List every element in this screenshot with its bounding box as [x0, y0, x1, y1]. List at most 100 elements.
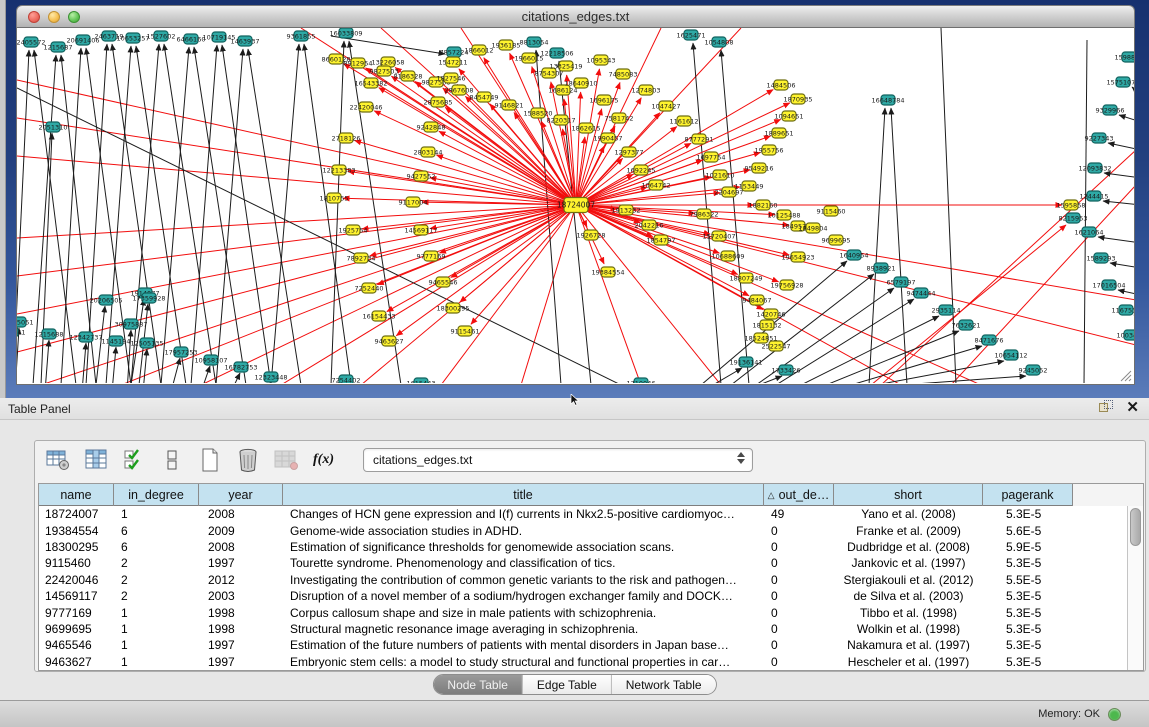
citation-edge-black[interactable] [741, 376, 782, 383]
table-mode-tabs: Node TableEdge TableNetwork Table [432, 674, 716, 695]
network-window-titlebar[interactable]: citations_edges.txt [16, 5, 1135, 28]
graph-node-label: 19756928 [770, 281, 803, 289]
table-row[interactable]: 2242004622012Investigating the contribut… [39, 572, 1128, 588]
citation-edge-black[interactable] [349, 41, 401, 383]
column-header-short[interactable]: short [834, 484, 983, 506]
function-builder-icon[interactable]: f(x) [311, 448, 336, 472]
table-cell: 9699695 [39, 622, 114, 636]
network-canvas-area[interactable]: 2405572121568720691406246371910653257152… [16, 28, 1135, 385]
table-row[interactable]: 1830029562008Estimation of significance … [39, 539, 1128, 555]
citation-edge-black[interactable] [191, 45, 217, 383]
citation-edge-black[interactable] [271, 44, 299, 383]
citation-edge-black[interactable] [171, 358, 180, 383]
table-cell: 0 [764, 622, 834, 636]
tab-node-table[interactable]: Node Table [433, 675, 523, 694]
citation-edge-black[interactable] [248, 49, 301, 383]
show-columns-icon[interactable] [83, 448, 108, 472]
table-row[interactable]: 977716911998Corpus callosum shape and si… [39, 604, 1128, 620]
citation-edge-black[interactable] [164, 44, 216, 383]
citation-edge-black[interactable] [143, 349, 147, 383]
row-selection-check-icon[interactable] [121, 448, 146, 472]
citation-edge-black[interactable] [1132, 87, 1134, 95]
table-row[interactable]: 911546021997Tourette syndrome. Phenomeno… [39, 555, 1128, 571]
float-panel-icon[interactable] [1099, 400, 1114, 415]
table-cell: 1 [114, 507, 199, 521]
table-settings-icon[interactable] [45, 448, 70, 472]
column-header-name[interactable]: name [39, 484, 114, 506]
citation-edge-black[interactable] [106, 46, 131, 383]
table-cell: 6 [114, 524, 199, 538]
tab-network-table[interactable]: Network Table [612, 675, 716, 694]
vertical-scrollbar[interactable] [1127, 506, 1143, 670]
citation-edge-black[interactable] [45, 340, 49, 383]
citation-edge-black[interactable] [331, 36, 445, 54]
table-cell: Estimation of significance thresholds fo… [283, 540, 764, 554]
table-cell: 0 [764, 524, 834, 538]
sort-ascending-icon: △ [768, 490, 775, 501]
graph-node-label: 1054808 [705, 38, 734, 46]
table-cell: 2008 [199, 507, 283, 521]
citation-edge-black[interactable] [41, 133, 52, 383]
citation-edge-red[interactable] [576, 119, 781, 205]
table-cell: 5.5E-5 [983, 573, 1073, 587]
tab-edge-table[interactable]: Edge Table [523, 675, 612, 694]
citation-edge-black[interactable] [721, 50, 749, 383]
column-header-year[interactable]: year [199, 484, 283, 506]
graph-node-label: 1589293 [1087, 254, 1116, 262]
column-header-title[interactable]: title [283, 484, 764, 506]
table-selector[interactable]: citations_edges.txt [363, 448, 753, 472]
graph-node-label: 16648784 [871, 96, 904, 104]
citation-edge-red[interactable] [17, 205, 576, 276]
graph-node-label: 3915941 [17, 328, 25, 336]
graph-node-label: 15751074 [1106, 78, 1134, 86]
table-cell: 6 [114, 540, 199, 554]
rows-icon[interactable] [159, 448, 184, 472]
column-header-out_de[interactable]: △out_de… [764, 484, 834, 506]
graph-node-label: 15720407 [702, 232, 735, 240]
resize-grip-icon[interactable] [1118, 368, 1132, 382]
graph-node-label: 9361855 [287, 32, 316, 40]
table-row[interactable]: 1456911722003Disruption of a novel membe… [39, 588, 1128, 604]
citation-edge-black[interactable] [231, 373, 240, 383]
memory-status-icon[interactable] [1108, 708, 1121, 721]
network-canvas[interactable]: 2405572121568720691406246371910653257152… [17, 28, 1134, 383]
citation-edge-black[interactable] [161, 47, 189, 383]
graph-node-label: 1882160 [749, 201, 778, 209]
table-body[interactable]: 1872400712008Changes of HCN gene express… [39, 506, 1128, 670]
citation-edge-red[interactable] [881, 150, 1134, 383]
citation-edge-black[interactable] [1084, 40, 1087, 383]
citation-edge-black[interactable] [112, 347, 116, 383]
graph-node-label: 6466160 [177, 35, 206, 43]
citation-edge-black[interactable] [1098, 237, 1134, 243]
table-cell: 2 [114, 556, 199, 570]
citation-edge-black[interactable] [1119, 115, 1134, 122]
graph-node-label: 1692245 [627, 166, 656, 174]
new-table-icon[interactable] [197, 448, 222, 472]
close-panel-icon[interactable]: ✕ [1126, 400, 1139, 415]
table-row[interactable]: 969969511998Structural magnetic resonanc… [39, 621, 1128, 637]
table-row[interactable]: 946362711997Embryonic stem cells: a mode… [39, 654, 1128, 670]
status-bar: Memory: OK [0, 700, 1149, 727]
delete-table-icon[interactable] [235, 448, 260, 472]
citation-edge-red[interactable] [201, 205, 576, 383]
citation-edge-black[interactable] [82, 343, 86, 383]
citation-edge-black[interactable] [136, 46, 186, 383]
citation-edge-black[interactable] [331, 41, 344, 383]
citation-edge-black[interactable] [112, 44, 161, 383]
table-cell: Tibbo et al. (1998) [834, 606, 983, 620]
table-row[interactable]: 946554611997Estimation of the future num… [39, 637, 1128, 653]
column-header-pagerank[interactable]: pagerank [983, 484, 1073, 506]
citation-edge-red[interactable] [17, 205, 576, 352]
citation-edge-red[interactable] [484, 58, 576, 205]
citation-edge-black[interactable] [201, 366, 210, 383]
table-row[interactable]: 1938455462009Genome-wide association stu… [39, 522, 1128, 538]
table-row[interactable]: 1872400712008Changes of HCN gene express… [39, 506, 1128, 522]
import-table-icon-disabled [273, 448, 298, 472]
column-header-in_degree[interactable]: in_degree [114, 484, 199, 506]
scrollbar-thumb[interactable] [1130, 508, 1141, 546]
citation-edge-black[interactable] [1110, 263, 1134, 268]
citation-edge-black[interactable] [1108, 143, 1134, 150]
citation-edge-black[interactable] [1118, 290, 1134, 295]
citation-edge-black[interactable] [891, 108, 907, 383]
graph-node-label: 1889651 [765, 129, 794, 137]
